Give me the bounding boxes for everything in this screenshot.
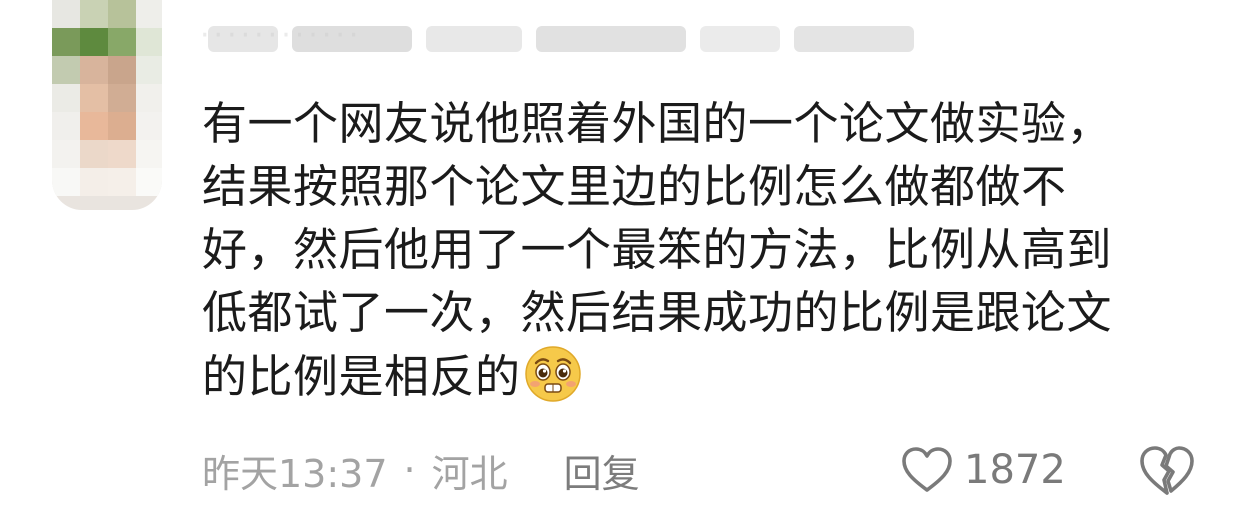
comment-line: 有一个网友说他照着外国的一个论文做实验， [202, 97, 1113, 150]
comment-line: 好，然后他用了一个最笨的方法，比例从高到 [202, 223, 1113, 276]
comment-line-last: 的比例是相反的 [202, 344, 1212, 407]
comment-text: 有一个网友说他照着外国的一个论文做实验， 结果按照那个论文里边的比例怎么做都做不… [202, 92, 1212, 407]
heart-outline-icon [902, 447, 952, 492]
comment-location: 河北 [431, 451, 508, 496]
comment-line: 低都试了一次，然后结果成功的比例是跟论文 [202, 286, 1113, 339]
comment-meta: 昨天13:37 · 河北 回复 [202, 440, 640, 500]
reply-button[interactable]: 回复 [564, 443, 640, 498]
avatar[interactable] [52, 0, 162, 210]
pleading-face-emoji-icon [524, 346, 581, 402]
like-button[interactable]: 1872 [900, 440, 1066, 500]
author-name-text: ············ [200, 18, 363, 53]
like-count: 1872 [964, 447, 1066, 493]
broken-heart-icon[interactable] [1138, 444, 1196, 498]
comment-time: 昨天13:37 [202, 451, 388, 496]
comment-line: 结果按照那个论文里边的比例怎么做都做不 [202, 160, 1067, 213]
meta-separator: · [403, 448, 416, 492]
author-name[interactable]: ············ [200, 14, 920, 62]
comment-line: 的比例是相反的 [202, 350, 521, 403]
